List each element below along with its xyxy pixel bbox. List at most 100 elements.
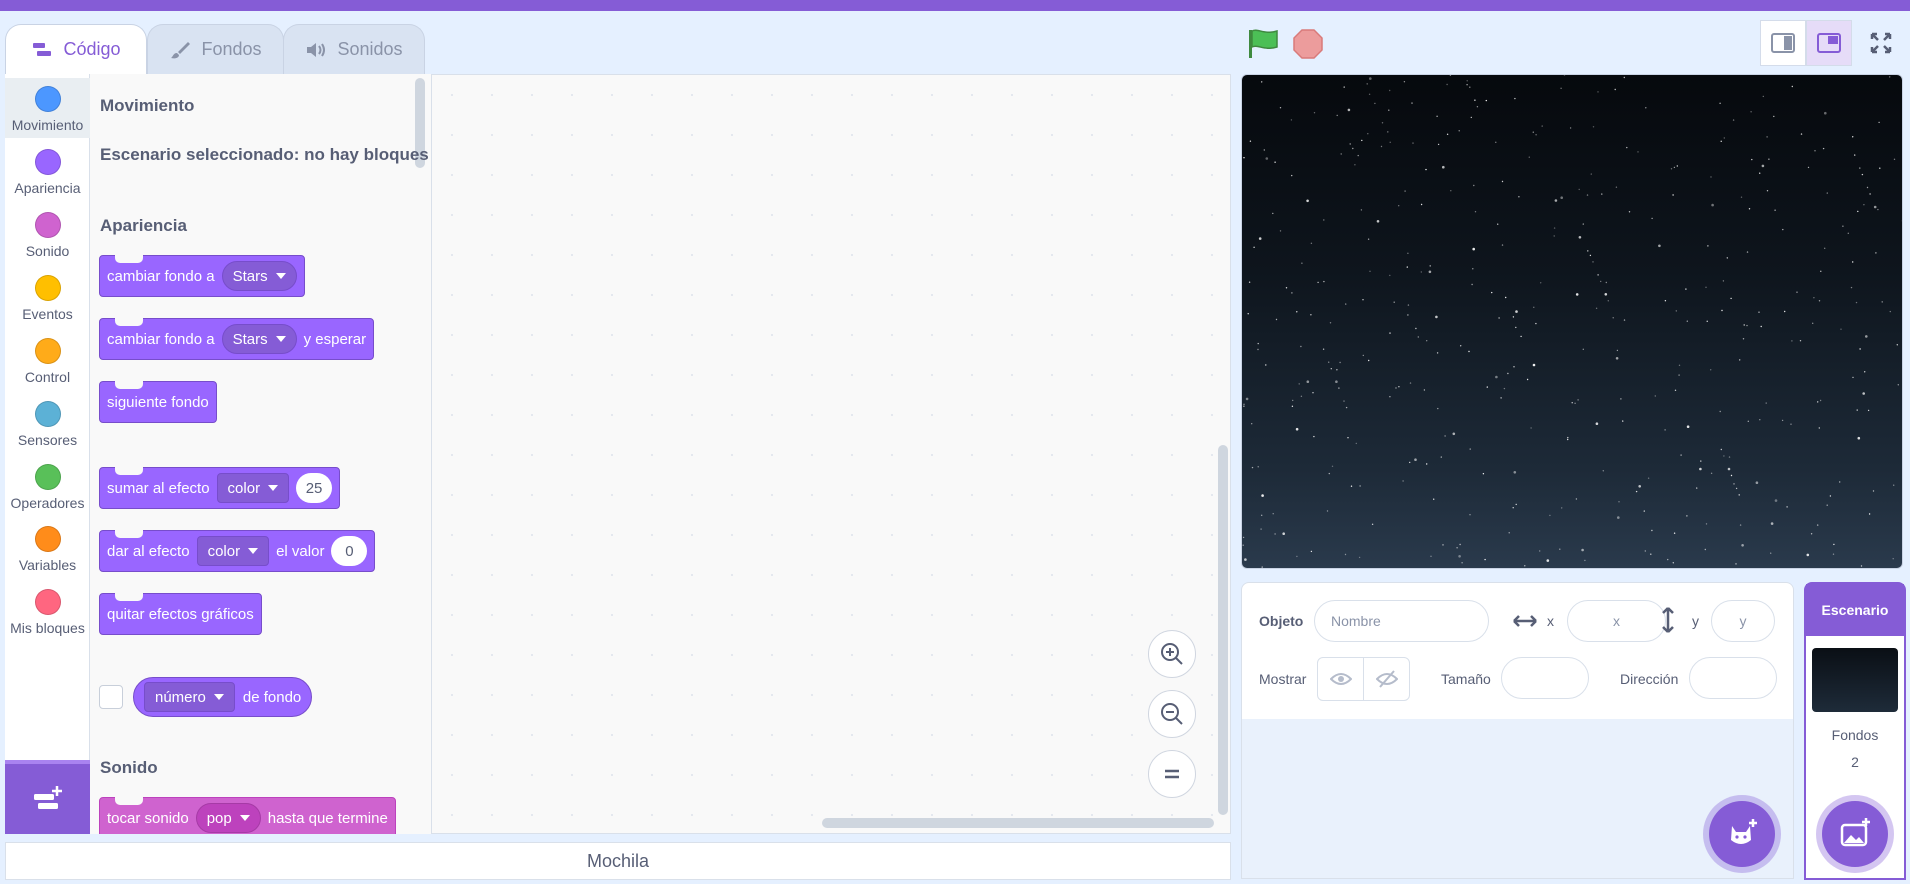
category-my-blocks[interactable]: Mis bloques — [5, 581, 90, 641]
stop-icon[interactable] — [1293, 29, 1323, 59]
star — [1470, 116, 1472, 119]
star — [1257, 348, 1259, 351]
choose-backdrop-button[interactable] — [1822, 801, 1888, 867]
effect-value-input[interactable]: 0 — [331, 536, 368, 566]
small-stage-button[interactable] — [1760, 20, 1806, 66]
star — [1412, 142, 1414, 144]
sprite-label: Objeto — [1259, 613, 1304, 629]
category-operators[interactable]: Operadores — [5, 456, 90, 516]
block-text-suffix: hasta que termine — [267, 809, 388, 827]
category-variables[interactable]: Variables — [5, 518, 90, 578]
star — [1699, 467, 1702, 471]
dropdown-value: Stars — [232, 330, 268, 348]
choose-sprite-button[interactable] — [1709, 801, 1775, 867]
star — [1759, 172, 1761, 174]
large-stage-button[interactable] — [1806, 20, 1852, 66]
star — [1861, 173, 1864, 176]
green-flag-icon[interactable] — [1246, 27, 1280, 59]
star — [1245, 397, 1249, 401]
palette-heading-looks: Apariencia — [100, 216, 187, 235]
star — [1442, 544, 1444, 546]
star — [1528, 156, 1530, 158]
direction-input[interactable] — [1689, 657, 1777, 699]
y-position-input[interactable]: y — [1711, 600, 1775, 642]
zoom-out-button[interactable] — [1148, 690, 1196, 738]
zoom-in-button[interactable] — [1148, 630, 1196, 678]
star — [1814, 150, 1816, 152]
star — [1452, 432, 1456, 436]
block-clear-graphic-effects[interactable]: quitar efectos gráficos — [99, 593, 262, 635]
block-text: siguiente fondo — [107, 393, 209, 411]
star — [1859, 167, 1861, 169]
block-change-effect[interactable]: sumar al efecto color 25 — [99, 467, 341, 509]
star — [1436, 352, 1439, 354]
star — [1592, 261, 1594, 263]
star — [1605, 281, 1607, 284]
star — [1336, 369, 1338, 371]
star — [1292, 399, 1294, 402]
star — [1407, 252, 1409, 254]
effect-amount-input[interactable]: 25 — [296, 473, 333, 503]
star — [1243, 157, 1245, 159]
tab-sounds[interactable]: Sonidos — [283, 24, 425, 74]
block-backdrop-number-reporter[interactable]: número de fondo — [133, 677, 313, 717]
category-sensing[interactable]: Sensores — [5, 393, 90, 453]
backdrop-dropdown[interactable]: Stars — [221, 261, 297, 291]
star — [1584, 559, 1586, 562]
star — [1340, 153, 1342, 155]
category-events[interactable]: Eventos — [5, 267, 90, 327]
show-visible-toggle[interactable] — [1317, 657, 1364, 701]
star — [1747, 420, 1749, 422]
stage-canvas[interactable] — [1241, 74, 1903, 569]
star — [1730, 297, 1732, 300]
category-motion[interactable]: Movimiento — [5, 78, 90, 138]
effect-dropdown[interactable]: color — [216, 473, 290, 503]
star — [1700, 460, 1702, 462]
backpack-bar[interactable]: Mochila — [5, 842, 1231, 880]
block-next-backdrop[interactable]: siguiente fondo — [99, 381, 217, 423]
star — [1727, 467, 1731, 471]
star — [1719, 102, 1721, 104]
star — [1595, 422, 1599, 426]
star — [1484, 558, 1486, 561]
script-workspace[interactable] — [432, 74, 1231, 834]
star — [1539, 550, 1541, 552]
star — [1597, 274, 1599, 276]
block-set-effect[interactable]: dar al efecto color el valor 0 — [99, 530, 376, 572]
tab-code[interactable]: Código — [5, 24, 147, 74]
star — [1651, 217, 1653, 220]
star — [1450, 190, 1452, 192]
sprite-name-input[interactable]: Nombre — [1314, 600, 1489, 642]
star — [1881, 301, 1883, 303]
show-hidden-toggle[interactable] — [1363, 657, 1410, 701]
block-palette: Movimiento Escenario seleccionado: no ha… — [90, 74, 432, 834]
backdrops-count: 2 — [1851, 754, 1859, 770]
x-position-input[interactable]: x — [1567, 600, 1666, 642]
star — [1710, 472, 1713, 474]
effect-dropdown[interactable]: color — [196, 536, 270, 566]
caret-down-icon — [268, 485, 279, 491]
star — [1426, 463, 1428, 465]
block-switch-backdrop[interactable]: cambiar fondo a Stars — [99, 255, 305, 297]
star — [1291, 292, 1293, 294]
category-looks[interactable]: Apariencia — [5, 141, 90, 201]
category-control[interactable]: Control — [5, 330, 90, 390]
tab-backdrops[interactable]: Fondos — [147, 24, 284, 74]
block-play-sound-until-done[interactable]: tocar sonido pop hasta que termine — [99, 797, 396, 834]
backdrop-number-checkbox[interactable] — [99, 685, 123, 709]
sound-dropdown[interactable]: pop — [195, 803, 261, 833]
category-sound[interactable]: Sonido — [5, 204, 90, 264]
backdrop-dropdown[interactable]: Stars — [221, 324, 297, 354]
backdrop-property-dropdown[interactable]: número — [144, 682, 235, 712]
star — [1705, 286, 1707, 288]
block-notch — [115, 593, 143, 601]
star — [1877, 208, 1879, 211]
fullscreen-button[interactable] — [1858, 20, 1904, 66]
add-extension-button[interactable] — [5, 760, 90, 834]
block-switch-backdrop-and-wait[interactable]: cambiar fondo a Stars y esperar — [99, 318, 375, 360]
workspace-vertical-scrollbar[interactable] — [1218, 445, 1228, 815]
star — [1425, 168, 1427, 171]
zoom-reset-button[interactable] — [1148, 750, 1196, 798]
workspace-horizontal-scrollbar[interactable] — [822, 818, 1214, 828]
size-input[interactable] — [1501, 657, 1589, 699]
